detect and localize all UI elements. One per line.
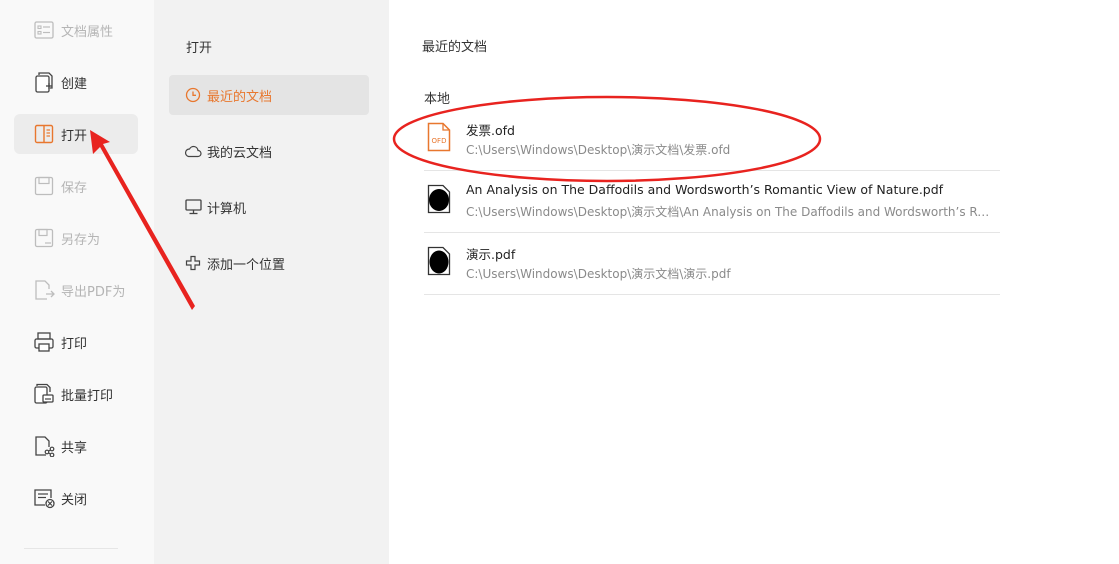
file-path: C:\Users\Windows\Desktop\演示文档\An Analysi…	[466, 205, 994, 219]
monitor-icon	[183, 197, 203, 217]
export-pdf-icon	[33, 279, 55, 301]
option-label: 计算机	[207, 201, 247, 217]
option-computer[interactable]: 计算机	[169, 187, 369, 227]
sidebar-divider	[24, 548, 118, 549]
option-my-cloud-documents[interactable]: 我的云文档	[169, 131, 369, 171]
file-name: 发票.ofd	[466, 123, 515, 138]
pdf-file-icon	[427, 246, 451, 276]
menu-item-label: 文档属性	[61, 24, 114, 40]
print-icon	[33, 331, 55, 353]
file-menu-sidebar: 文档属性 创建 打开 保存 另存为 导出PDF为 打印 批量打印 共享 关闭	[0, 0, 154, 564]
menu-item-label: 导出PDF为	[61, 284, 126, 300]
plus-icon	[183, 253, 203, 273]
menu-item-close[interactable]: 关闭	[14, 478, 138, 518]
menu-item-print[interactable]: 打印	[14, 322, 138, 362]
content-title: 最近的文档	[422, 40, 488, 55]
cloud-icon	[183, 141, 203, 161]
recent-file-row[interactable]: An Analysis on The Daffodils and Wordswo…	[424, 170, 1000, 233]
option-add-location[interactable]: 添加一个位置	[169, 243, 369, 283]
open-icon	[33, 123, 55, 145]
document-properties-icon	[33, 19, 55, 41]
clock-icon	[183, 85, 203, 105]
menu-item-batch-print[interactable]: 批量打印	[14, 374, 138, 414]
create-icon	[33, 71, 55, 93]
menu-item-label: 批量打印	[61, 388, 114, 404]
recent-documents-area: 最近的文档 本地 OFD 发票.ofd C:\Users\Windows\Des…	[389, 0, 1119, 564]
menu-item-label: 打印	[61, 336, 88, 352]
option-label: 最近的文档	[207, 89, 273, 105]
menu-item-label: 保存	[61, 180, 88, 196]
section-label-local: 本地	[424, 92, 451, 107]
file-name: 演示.pdf	[466, 247, 516, 262]
save-as-icon	[33, 227, 55, 249]
menu-item-export-pdf[interactable]: 导出PDF为	[14, 270, 138, 310]
option-label: 添加一个位置	[207, 257, 286, 273]
file-path: C:\Users\Windows\Desktop\演示文档\发票.ofd	[466, 143, 731, 157]
option-recent-documents[interactable]: 最近的文档	[169, 75, 369, 115]
share-icon	[33, 435, 55, 457]
menu-item-open[interactable]: 打开	[14, 114, 138, 154]
ofd-file-icon: OFD	[427, 122, 451, 152]
open-options-panel: 打开 最近的文档 我的云文档 计算机 添加一个位置	[154, 0, 389, 564]
file-name: An Analysis on The Daffodils and Wordswo…	[466, 182, 944, 197]
menu-item-label: 共享	[61, 440, 88, 456]
menu-item-label: 关闭	[61, 492, 88, 508]
menu-item-document-properties[interactable]: 文档属性	[14, 10, 138, 50]
file-path: C:\Users\Windows\Desktop\演示文档\演示.pdf	[466, 267, 731, 281]
menu-item-share[interactable]: 共享	[14, 426, 138, 466]
close-doc-icon	[33, 487, 55, 509]
recent-file-row[interactable]: OFD 发票.ofd C:\Users\Windows\Desktop\演示文档…	[424, 108, 1000, 171]
menu-item-save-as[interactable]: 另存为	[14, 218, 138, 258]
pdf-file-icon	[427, 184, 451, 214]
ofd-icon-text: OFD	[432, 137, 447, 145]
menu-item-create[interactable]: 创建	[14, 62, 138, 102]
save-icon	[33, 175, 55, 197]
menu-item-label: 另存为	[61, 232, 101, 248]
menu-item-label: 创建	[61, 76, 88, 92]
menu-item-save[interactable]: 保存	[14, 166, 138, 206]
menu-item-label: 打开	[61, 128, 88, 144]
recent-file-row[interactable]: 演示.pdf C:\Users\Windows\Desktop\演示文档\演示.…	[424, 232, 1000, 295]
option-label: 我的云文档	[207, 145, 273, 161]
panel-title: 打开	[186, 41, 213, 56]
batch-print-icon	[33, 383, 55, 405]
